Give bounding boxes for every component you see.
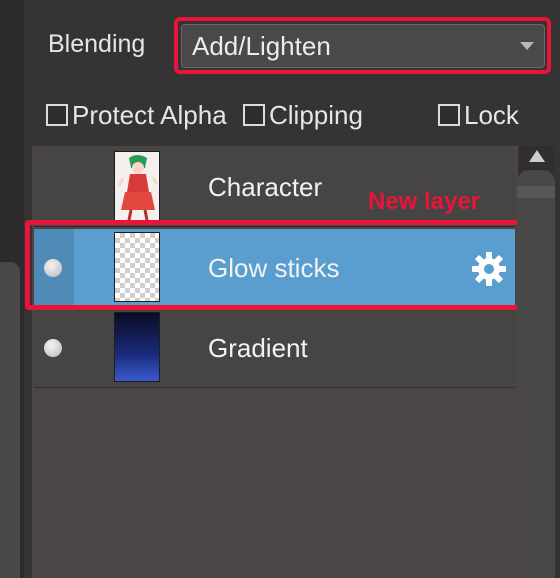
left-sidebar-edge [0,0,24,578]
left-scrollbar[interactable] [0,262,20,578]
protect-alpha-checkbox[interactable]: Protect Alpha [46,98,227,132]
protect-alpha-label: Protect Alpha [72,99,227,130]
scrollbar-thumb[interactable] [517,170,555,578]
layer-row-gradient[interactable]: Gradient [34,309,515,388]
new-layer-annotation: New layer [368,188,481,215]
blending-highlight-box [174,17,551,74]
layer-thumbnail [114,151,160,221]
visibility-toggle[interactable] [34,309,74,387]
checkbox-icon[interactable] [243,104,265,126]
layer-thumbnail [114,312,160,382]
checkbox-icon[interactable] [46,104,68,126]
eye-icon[interactable] [44,339,62,357]
lock-label: Lock [464,99,519,130]
checkbox-icon[interactable] [438,104,460,126]
lock-checkbox[interactable]: Lock [438,98,519,132]
clipping-checkbox[interactable]: Clipping [243,98,363,132]
layer-panel-window: Blending Add/Lighten Protect Alpha Clipp… [0,0,560,578]
layer-name: Character [208,172,323,202]
visibility-toggle[interactable] [34,148,74,226]
scrollbar-thumb-grip [517,186,555,198]
blending-label: Blending [48,30,146,58]
character-thumbnail-image [117,155,159,220]
layer-name: Gradient [208,333,308,363]
clipping-label: Clipping [269,99,363,130]
new-layer-highlight-box [25,220,522,310]
scroll-up-icon[interactable] [529,150,545,162]
